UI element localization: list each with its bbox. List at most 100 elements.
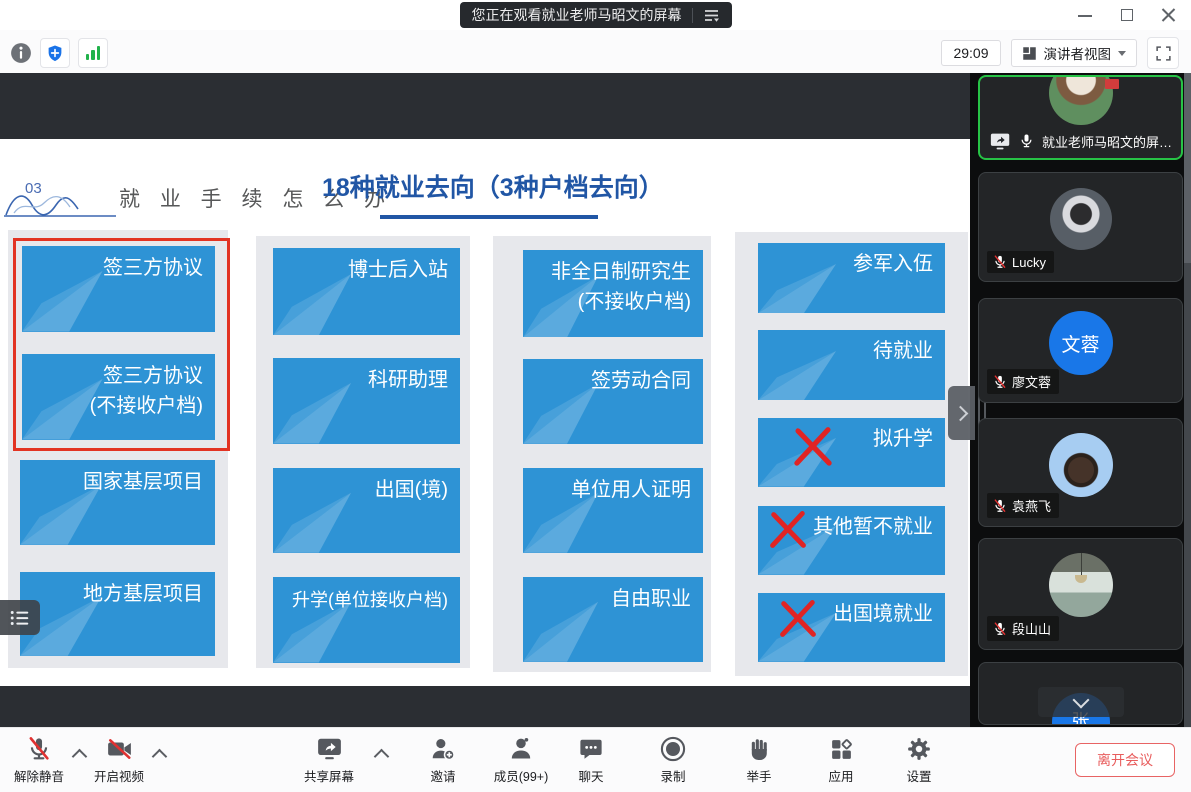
option-box: 国家基层项目 bbox=[20, 460, 215, 545]
option-label: 非全日制研究生 bbox=[529, 257, 691, 287]
participant-name-badge: 段山山 bbox=[987, 616, 1059, 641]
option-box: 参军入伍 bbox=[758, 243, 945, 313]
participant-tile[interactable]: 文蓉 廖文蓉 bbox=[978, 298, 1183, 403]
option-box: 升学(单位接收户档) bbox=[273, 577, 460, 663]
banner-menu-icon[interactable] bbox=[703, 7, 720, 24]
option-label-line2: (不接收户档) bbox=[529, 287, 691, 317]
option-label-line2: (不接收户档) bbox=[28, 391, 203, 421]
avatar-initials: 文蓉 bbox=[1061, 330, 1099, 357]
apps-button[interactable]: 应用 bbox=[812, 735, 870, 785]
option-box: 出国境就业 bbox=[758, 593, 945, 662]
participant-sidebar: 就业老师马昭文的屏… Lucky 文蓉 bbox=[970, 73, 1191, 727]
slide-column-1: 签三方协议 签三方协议 (不接收户档) 国家基层项目 bbox=[8, 230, 228, 668]
option-label: 单位用人证明 bbox=[529, 475, 691, 505]
mic-muted-icon bbox=[993, 374, 1007, 390]
option-box: 出国(境) bbox=[273, 468, 460, 553]
option-label: 升学(单位接收户档) bbox=[279, 587, 448, 614]
minimize-icon[interactable] bbox=[1077, 7, 1093, 23]
unmute-button[interactable]: 解除静音 bbox=[10, 735, 68, 785]
participant-name-badge: 袁燕飞 bbox=[987, 493, 1059, 518]
start-video-button[interactable]: 开启视频 bbox=[90, 735, 148, 785]
option-box: 拟升学 bbox=[758, 418, 945, 487]
mic-options-button[interactable] bbox=[68, 735, 90, 762]
watching-banner[interactable]: 您正在观看就业老师马昭文的屏幕 bbox=[460, 2, 732, 28]
share-screen-label: 共享屏幕 bbox=[304, 766, 354, 785]
avatar: 文蓉 bbox=[1049, 311, 1113, 375]
raise-hand-button[interactable]: 举手 bbox=[730, 735, 788, 785]
sidebar-scrollbar[interactable] bbox=[1184, 73, 1191, 727]
maximize-icon[interactable] bbox=[1119, 7, 1135, 23]
view-mode-button[interactable]: 演讲者视图 bbox=[1011, 39, 1138, 67]
option-label: 自由职业 bbox=[529, 584, 691, 614]
record-button[interactable]: 录制 bbox=[644, 735, 702, 785]
option-box: 签劳动合同 bbox=[523, 359, 703, 444]
members-icon bbox=[508, 736, 534, 762]
chat-button[interactable]: 聊天 bbox=[562, 735, 620, 785]
option-label: 国家基层项目 bbox=[26, 467, 203, 497]
members-button[interactable]: 成员(99+) bbox=[492, 735, 550, 785]
leave-meeting-button[interactable]: 离开会议 bbox=[1075, 743, 1175, 777]
participant-name-badge: 廖文蓉 bbox=[987, 369, 1059, 394]
chevron-up-icon bbox=[71, 749, 87, 765]
participant-name-row: 就业老师马昭文的屏… bbox=[990, 131, 1172, 151]
mic-muted-icon bbox=[993, 498, 1007, 514]
participant-tile[interactable]: Lucky bbox=[978, 172, 1183, 282]
participant-tile[interactable]: 袁燕飞 bbox=[978, 418, 1183, 527]
network-signal-icon[interactable] bbox=[78, 38, 108, 68]
option-label: 签三方协议 bbox=[28, 361, 203, 391]
slide-column-4: 参军入伍 待就业 拟升学 bbox=[735, 232, 968, 676]
mic-on-icon bbox=[1019, 132, 1034, 150]
option-box: 科研助理 bbox=[273, 358, 460, 444]
share-options-button[interactable] bbox=[370, 735, 392, 762]
avatar bbox=[1049, 553, 1113, 617]
unmute-label: 解除静音 bbox=[14, 766, 64, 785]
close-icon[interactable] bbox=[1161, 7, 1177, 23]
screen-share-indicator-icon bbox=[990, 131, 1011, 151]
participant-tile-sharing[interactable]: 就业老师马昭文的屏… bbox=[978, 75, 1183, 160]
chevron-down-icon bbox=[1118, 51, 1126, 56]
sidebar-collapse-button[interactable] bbox=[948, 386, 975, 440]
raise-hand-icon bbox=[747, 736, 772, 762]
invite-icon bbox=[430, 736, 456, 762]
mic-muted-icon bbox=[26, 736, 52, 762]
view-mode-label: 演讲者视图 bbox=[1044, 43, 1112, 63]
speaker-view-icon bbox=[1022, 46, 1037, 61]
participant-tile[interactable]: 张 bbox=[978, 662, 1183, 725]
share-screen-button[interactable]: 共享屏幕 bbox=[300, 735, 358, 785]
cross-icon bbox=[790, 424, 836, 470]
option-box: 单位用人证明 bbox=[523, 468, 703, 553]
option-box: 地方基层项目 bbox=[20, 572, 215, 656]
apps-label: 应用 bbox=[828, 766, 853, 785]
scroll-collapse-button[interactable] bbox=[1038, 687, 1124, 717]
settings-button[interactable]: 设置 bbox=[890, 735, 948, 785]
participant-name: Lucky bbox=[1012, 255, 1046, 270]
slide-column-2: 博士后入站 科研助理 出国(境) bbox=[256, 236, 470, 668]
option-label: 待就业 bbox=[764, 336, 933, 366]
record-label: 录制 bbox=[660, 766, 685, 785]
invite-label: 邀请 bbox=[430, 766, 455, 785]
mic-muted-icon bbox=[993, 621, 1007, 637]
option-label: 博士后入站 bbox=[279, 255, 448, 285]
fullscreen-icon[interactable] bbox=[1147, 37, 1179, 69]
apps-icon bbox=[829, 737, 854, 762]
slide-column-3: 非全日制研究生 (不接收户档) 签劳动合同 单位用人证明 bbox=[493, 236, 711, 672]
mic-muted-icon bbox=[993, 254, 1007, 270]
avatar bbox=[1050, 188, 1112, 250]
participant-name: 段山山 bbox=[1012, 619, 1051, 638]
presentation-slide: 03 就 业 手 续 怎 么 办 18种就业去向（3种户档去向） 签三方协议 bbox=[0, 139, 970, 686]
annotation-list-button[interactable] bbox=[0, 600, 40, 635]
participant-name: 廖文蓉 bbox=[1012, 372, 1051, 391]
meeting-status-icons bbox=[10, 38, 108, 68]
invite-button[interactable]: 邀请 bbox=[414, 735, 472, 785]
wave-decoration bbox=[4, 183, 116, 219]
option-label: 出国(境) bbox=[279, 475, 448, 505]
video-options-button[interactable] bbox=[148, 735, 170, 762]
shield-plus-icon[interactable] bbox=[40, 38, 70, 68]
bottom-toolbar: 解除静音 开启视频 bbox=[0, 727, 1191, 792]
list-icon bbox=[9, 608, 31, 628]
chevron-up-icon bbox=[373, 749, 389, 765]
participant-tile[interactable]: 段山山 bbox=[978, 538, 1183, 650]
center-tool-group: 共享屏幕 邀请 bbox=[300, 735, 948, 785]
flag-decoration bbox=[1105, 79, 1119, 89]
info-icon[interactable] bbox=[10, 42, 32, 64]
